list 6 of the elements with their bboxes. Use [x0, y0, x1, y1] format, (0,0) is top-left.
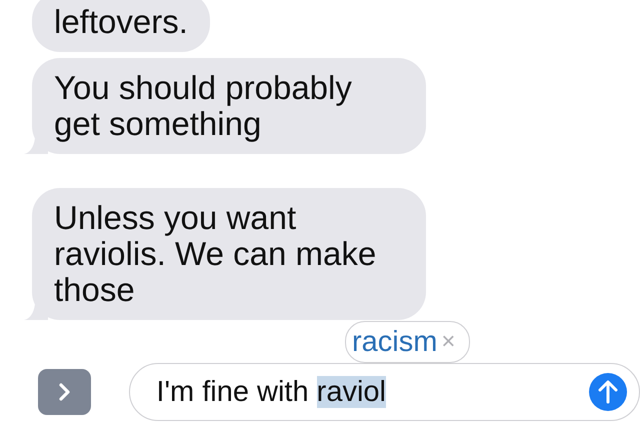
chevron-icon	[58, 382, 72, 402]
message-field[interactable]: I'm fine with raviol	[129, 363, 640, 421]
send-button[interactable]	[589, 373, 627, 411]
expand-button[interactable]	[38, 369, 92, 415]
autocorrect-suggestion[interactable]: racism×	[345, 321, 470, 363]
suggestion-text: racism	[352, 326, 438, 358]
